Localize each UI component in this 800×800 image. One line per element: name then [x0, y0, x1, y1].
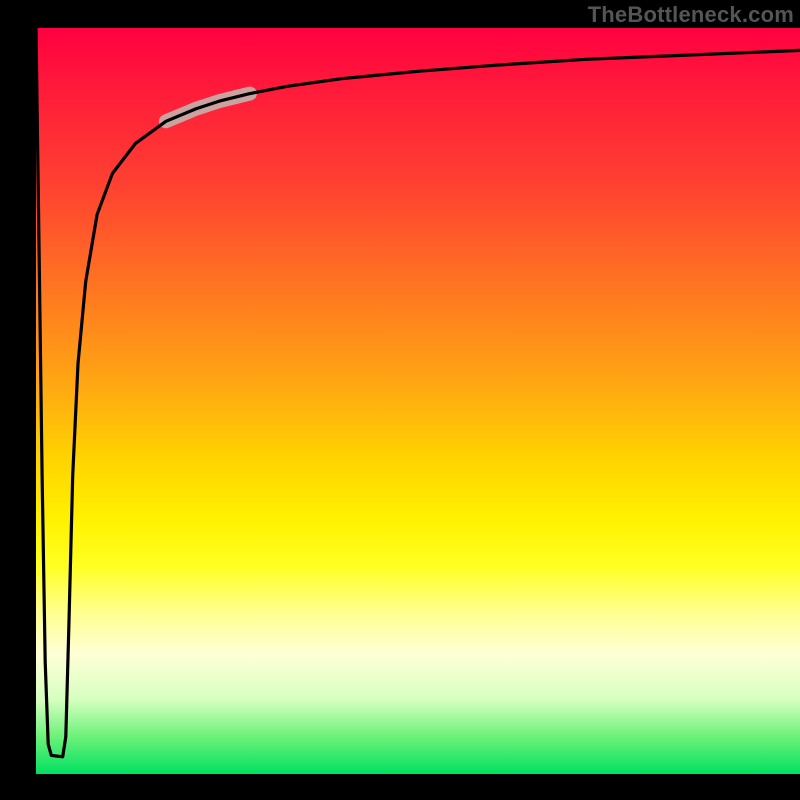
curve-path — [36, 28, 800, 757]
highlight-path — [166, 94, 250, 122]
plot-area — [36, 28, 800, 774]
watermark-label: TheBottleneck.com — [588, 2, 794, 28]
curve-svg — [36, 28, 800, 774]
chart-frame: TheBottleneck.com — [0, 0, 800, 800]
